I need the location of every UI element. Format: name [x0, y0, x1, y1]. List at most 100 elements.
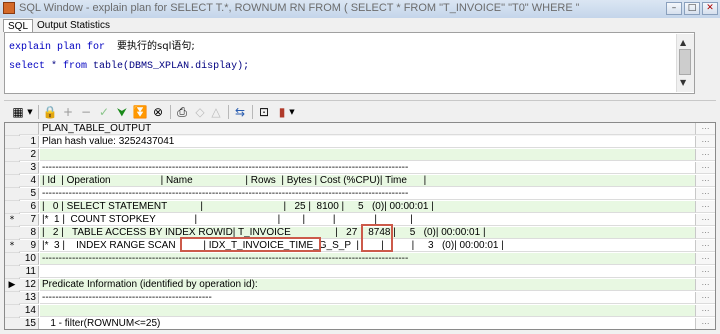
plan-output-cell[interactable]: 1 - filter(ROWNUM<=25)	[40, 318, 695, 329]
print-icon[interactable]: ⎙	[174, 104, 190, 120]
table-row[interactable]: 6 | 0 | SELECT STATEMENT | | 25 | 8100 | …	[5, 201, 715, 214]
row-marker[interactable]	[5, 227, 20, 240]
table-row[interactable]: 1 Plan hash value: 3252437041 ···	[5, 136, 715, 149]
arrow-down-icon[interactable]: ⮟	[114, 104, 130, 120]
row-marker[interactable]	[5, 305, 20, 318]
table-row[interactable]: * 7 |* 1 | COUNT STOPKEY | | | | | | ···	[5, 214, 715, 227]
scroll-down-icon[interactable]: ▼	[680, 78, 686, 87]
row-number: 12	[19, 279, 39, 291]
cell-expand-button[interactable]: ···	[695, 175, 715, 187]
header-expand-button[interactable]: ···	[695, 123, 715, 135]
binoculars-icon[interactable]: ⊗	[150, 104, 166, 120]
row-marker[interactable]: *	[5, 240, 20, 253]
row-marker[interactable]	[5, 188, 20, 201]
table-row[interactable]: 8 | 2 | TABLE ACCESS BY INDEX ROWID| T_IN…	[5, 227, 715, 240]
close-button[interactable]: ✕	[702, 2, 718, 15]
cell-expand-button[interactable]: ···	[695, 188, 715, 200]
row-marker[interactable]	[5, 266, 20, 279]
scroll-up-icon[interactable]: ▲	[680, 38, 686, 47]
row-marker[interactable]	[5, 149, 20, 162]
table-row[interactable]: 15 1 - filter(ROWNUM<=25) ···	[5, 318, 715, 329]
cell-expand-button[interactable]: ···	[695, 162, 715, 174]
code-line-1: explain plan for 要执行的sql语句;	[9, 37, 195, 53]
row-number: 5	[19, 188, 39, 200]
row-number: 14	[19, 305, 39, 317]
check-icon[interactable]: ✓	[96, 104, 112, 120]
filter-icon[interactable]: △	[208, 104, 224, 120]
sort-icon[interactable]: ⇆	[232, 104, 248, 120]
column-header[interactable]: PLAN_TABLE_OUTPUT	[40, 123, 695, 135]
export-icon[interactable]: ⊡	[256, 104, 272, 120]
sql-editor[interactable]: explain plan for 要执行的sql语句; select * fro…	[4, 32, 695, 94]
warning-icon[interactable]: ◇	[192, 104, 208, 120]
minimize-button[interactable]: –	[666, 2, 682, 15]
cell-expand-button[interactable]: ···	[695, 149, 715, 161]
row-marker[interactable]: ▶	[5, 279, 20, 292]
plan-output-cell[interactable]: ----------------------------------------…	[40, 292, 695, 304]
row-marker[interactable]	[5, 136, 20, 149]
maximize-button[interactable]: □	[684, 2, 700, 15]
cell-expand-button[interactable]: ···	[695, 318, 715, 329]
cell-expand-button[interactable]: ···	[695, 227, 715, 239]
row-number: 8	[19, 227, 39, 239]
highlight-index-name	[180, 237, 321, 252]
add-icon[interactable]: +	[60, 104, 76, 120]
row-marker[interactable]	[5, 201, 20, 214]
plan-output-cell[interactable]: ----------------------------------------…	[40, 188, 695, 200]
cell-expand-button[interactable]: ···	[695, 136, 715, 148]
row-marker[interactable]	[5, 175, 20, 188]
cell-expand-button[interactable]: ···	[695, 201, 715, 213]
row-marker[interactable]	[5, 253, 20, 266]
scroll-thumb[interactable]	[679, 49, 691, 75]
table-row[interactable]: 11 ···	[5, 266, 715, 279]
row-marker[interactable]	[5, 318, 20, 329]
cell-expand-button[interactable]: ···	[695, 279, 715, 291]
grid-header-row: PLAN_TABLE_OUTPUT ···	[5, 123, 715, 136]
cell-expand-button[interactable]: ···	[695, 305, 715, 317]
arrow-end-icon[interactable]: ⏬	[132, 104, 148, 120]
plan-output-cell[interactable]: ----------------------------------------…	[40, 162, 695, 174]
cell-expand-button[interactable]: ···	[695, 266, 715, 278]
dropdown-icon[interactable]: ▼	[26, 104, 34, 120]
cell-expand-button[interactable]: ···	[695, 292, 715, 304]
tab-statistics[interactable]: Statistics	[66, 19, 114, 32]
plan-output-cell[interactable]: ----------------------------------------…	[40, 253, 695, 265]
plan-output-cell[interactable]	[40, 266, 695, 278]
table-row[interactable]: 5 ---------------------------------------…	[5, 188, 715, 201]
dropdown-icon[interactable]: ▼	[288, 104, 296, 120]
grid-icon[interactable]: ▦	[10, 104, 26, 120]
table-row[interactable]: 2 ···	[5, 149, 715, 162]
app-icon	[3, 2, 15, 14]
cell-expand-button[interactable]: ···	[695, 253, 715, 265]
row-number: 11	[19, 266, 39, 278]
table-row[interactable]: 3 ---------------------------------------…	[5, 162, 715, 175]
plan-output-cell[interactable]	[40, 305, 695, 317]
code-line-2: select * from table(DBMS_XPLAN.display);	[9, 61, 249, 72]
editor-scrollbar[interactable]: ▲ ▼	[676, 34, 694, 92]
table-row[interactable]: ▶ 12 Predicate Information (identified by …	[5, 279, 715, 292]
plan-output-cell[interactable]: | Id | Operation | Name | Rows | Bytes |…	[40, 175, 695, 187]
cell-expand-button[interactable]: ···	[695, 214, 715, 226]
plan-output-cell[interactable]: | 0 | SELECT STATEMENT | | 25 | 8100 | 5…	[40, 201, 695, 213]
table-row[interactable]: 14 ···	[5, 305, 715, 318]
window-title: SQL Window - explain plan for SELECT T.*…	[19, 2, 579, 14]
title-bar: SQL Window - explain plan for SELECT T.*…	[0, 0, 720, 19]
lock-icon[interactable]: 🔒	[42, 104, 58, 120]
table-row[interactable]: 13 --------------------------------------…	[5, 292, 715, 305]
row-number: 9	[19, 240, 39, 252]
plan-output-cell[interactable]	[40, 149, 695, 161]
plan-output-cell[interactable]: Predicate Information (identified by ope…	[40, 279, 695, 291]
tab-sql[interactable]: SQL	[3, 19, 34, 32]
corner-cell[interactable]	[5, 123, 20, 136]
table-row[interactable]: * 9 |* 3 | INDEX RANGE SCAN | IDX_T_INVOIC…	[5, 240, 715, 253]
table-row[interactable]: 4 | Id | Operation | Name | Rows | Bytes …	[5, 175, 715, 188]
plan-output-cell[interactable]: Plan hash value: 3252437041	[40, 136, 695, 148]
row-number: 15	[19, 318, 39, 329]
table-row[interactable]: 10 --------------------------------------…	[5, 253, 715, 266]
row-marker[interactable]	[5, 292, 20, 305]
remove-icon[interactable]: −	[78, 104, 94, 120]
cell-expand-button[interactable]: ···	[695, 240, 715, 252]
result-grid[interactable]: PLAN_TABLE_OUTPUT ··· 1 Plan hash value: …	[4, 122, 716, 330]
row-marker[interactable]	[5, 162, 20, 175]
row-marker[interactable]: *	[5, 214, 20, 227]
